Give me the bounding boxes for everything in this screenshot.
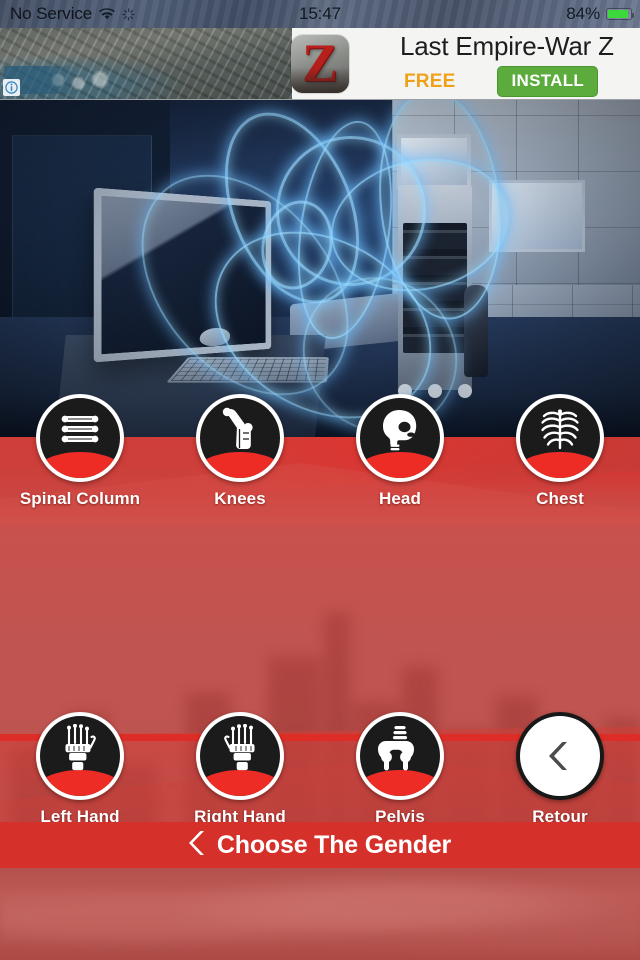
ad-price-label: FREE [404, 70, 456, 92]
back-item-retour[interactable]: Retour [480, 712, 640, 827]
app-root: No Service 15:47 84% Z Last Empire-War Z… [0, 0, 640, 960]
body-part-item-spinal-column[interactable]: Spinal Column [0, 394, 160, 509]
left-hand-button[interactable] [36, 712, 124, 800]
body-part-label: Chest [536, 489, 584, 508]
battery-icon [606, 8, 634, 20]
chevron-left-icon [520, 716, 600, 796]
bottom-backdrop [0, 868, 640, 960]
ad-banner[interactable]: Z Last Empire-War Z FREE INSTALL [0, 28, 640, 100]
ad-artwork [0, 28, 292, 99]
body-part-label: Knees [214, 489, 266, 508]
right-hand-bones-icon [200, 720, 280, 776]
carrier-label: No Service [10, 4, 93, 23]
chevron-left-icon [188, 830, 207, 861]
ad-app-icon[interactable]: Z [291, 35, 349, 93]
body-part-item-pelvis[interactable]: Pelvis [320, 712, 480, 827]
pelvis-icon [360, 720, 440, 776]
knees-button[interactable] [196, 394, 284, 482]
body-part-grid-row-2: Left Hand Right Hand Pelvis Retour [0, 712, 640, 827]
body-part-grid-row-1: Spinal Column Knees Head Chest [0, 394, 640, 509]
pelvis-button[interactable] [356, 712, 444, 800]
skull-icon [360, 402, 440, 458]
knee-joint-icon [200, 402, 280, 458]
back-button[interactable] [516, 712, 604, 800]
choose-gender-bar[interactable]: Choose The Gender [0, 822, 640, 868]
ad-title: Last Empire-War Z [400, 31, 614, 61]
adchoices-info-icon[interactable] [3, 79, 20, 96]
location-services-icon [122, 7, 135, 21]
body-part-item-head[interactable]: Head [320, 394, 480, 509]
wifi-icon [99, 8, 116, 20]
battery-percent-label: 84% [566, 4, 600, 23]
body-part-item-knees[interactable]: Knees [160, 394, 320, 509]
head-button[interactable] [356, 394, 444, 482]
ad-install-button[interactable]: INSTALL [497, 66, 599, 97]
body-part-label: Spinal Column [19, 489, 141, 508]
body-part-item-chest[interactable]: Chest [480, 394, 640, 509]
status-bar: No Service 15:47 84% [0, 0, 640, 28]
spine-icon [40, 402, 120, 458]
ad-app-icon-letter: Z [301, 35, 339, 93]
spinal-column-button[interactable] [36, 394, 124, 482]
choose-gender-label: Choose The Gender [216, 830, 452, 859]
body-part-item-right-hand[interactable]: Right Hand [160, 712, 320, 827]
chest-button[interactable] [516, 394, 604, 482]
left-hand-bones-icon [40, 720, 120, 776]
body-part-item-left-hand[interactable]: Left Hand [0, 712, 160, 827]
ribcage-icon [520, 402, 600, 458]
body-part-label: Head [379, 489, 421, 508]
right-hand-button[interactable] [196, 712, 284, 800]
